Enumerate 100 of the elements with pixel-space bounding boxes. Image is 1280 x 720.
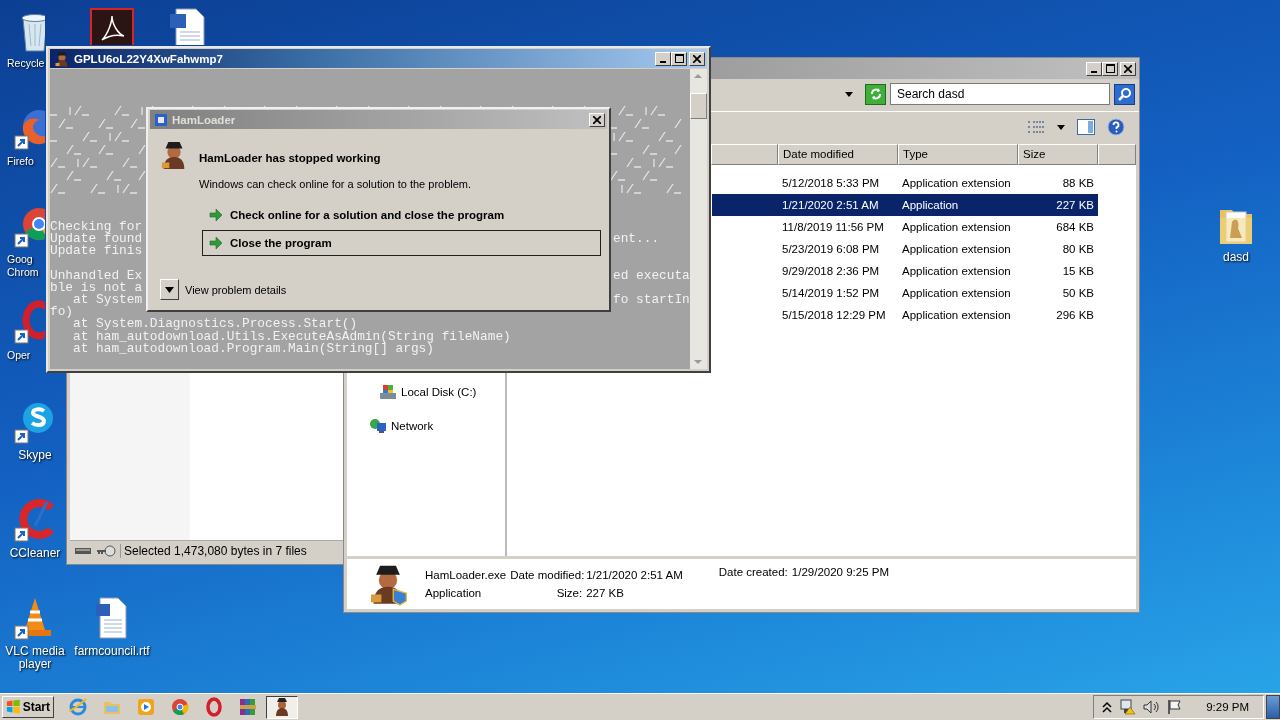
network-icon[interactable] [1118, 699, 1137, 715]
minimize-button[interactable] [1086, 61, 1102, 76]
help-icon[interactable] [1107, 118, 1125, 136]
arrow-icon [209, 237, 223, 249]
column-header[interactable] [1098, 144, 1136, 165]
nav-item[interactable]: Local Disk (C:) [401, 386, 477, 398]
field-label: Date modified: [510, 569, 583, 581]
preview-pane-icon[interactable] [1077, 119, 1095, 135]
status-text: Selected 1,473,080 bytes in 7 files [120, 544, 307, 558]
close-button[interactable] [689, 51, 705, 66]
desktop-icon-label[interactable]: Firefo [7, 155, 34, 168]
close-icon [693, 54, 701, 63]
show-desktop-button[interactable] [1266, 695, 1280, 719]
type-cell: Application extension [902, 265, 1011, 277]
file-row[interactable]: 5/23/2019 6:08 PM Application extension 80 KB [712, 238, 1098, 260]
refresh-icon [868, 87, 883, 101]
ring-icon [204, 697, 224, 717]
close-icon [1124, 64, 1132, 73]
file-row[interactable]: 9/29/2018 2:36 PM Application extension 15 KB [712, 260, 1098, 282]
framed-app-icon[interactable] [90, 8, 134, 45]
file-row[interactable]: 5/14/2019 1:52 PM Application extension 50 KB [712, 282, 1098, 304]
size-cell: 227 KB [1056, 199, 1094, 211]
file-row[interactable]: 11/8/2019 11:56 PM Application extension 684 KB [712, 216, 1098, 238]
file-row[interactable]: 1/21/2020 2:51 AM Application 227 KB [712, 194, 1098, 216]
date-cell: 1/21/2020 2:51 AM [782, 199, 879, 211]
search-field[interactable]: Search dasd [890, 83, 1110, 105]
console-line: Checking for [50, 219, 143, 234]
key-icon [96, 544, 116, 558]
search-button[interactable] [1114, 83, 1135, 105]
file-row[interactable]: 5/12/2018 5:33 PM Application extension 88 KB [712, 172, 1098, 194]
network-icon[interactable] [369, 418, 387, 434]
nav-item[interactable]: Network [391, 420, 434, 432]
disk-icon[interactable] [379, 384, 397, 400]
drive-icon [74, 546, 92, 556]
app-icon [154, 112, 168, 127]
size-cell: 296 KB [1056, 309, 1094, 321]
file-row[interactable]: 5/15/2018 12:29 PM Application extension 296 KB [712, 304, 1098, 326]
desktop-icon-label[interactable]: dasd [1223, 251, 1249, 264]
desktop-icon-label[interactable]: Recycle [7, 57, 45, 70]
column-header[interactable]: Size [1018, 144, 1098, 165]
start-button[interactable]: Start [2, 696, 54, 718]
desktop-icon-label[interactable]: Oper [7, 349, 31, 362]
minimize-icon [1091, 70, 1097, 73]
window-title: HamLoader [172, 113, 237, 126]
date-cell: 11/8/2019 11:56 PM [782, 221, 884, 233]
scroll-thumb[interactable] [690, 93, 707, 119]
console-line: Update finis [50, 243, 143, 259]
caret-icon[interactable] [845, 91, 853, 97]
console-line: ent... [613, 233, 660, 246]
close-button[interactable] [589, 112, 605, 127]
type-cell: Application extension [902, 309, 1011, 321]
column-header[interactable]: Type [898, 144, 1018, 165]
type-cell: Application extension [902, 177, 1011, 189]
caret-icon[interactable] [1057, 124, 1065, 130]
console-line: fo startIn [613, 293, 690, 307]
desktop-icon-label[interactable]: VLC media player [5, 645, 65, 671]
size-cell: 88 KB [1062, 177, 1094, 189]
command-link[interactable]: Close the program [202, 230, 601, 256]
date-cell: 5/15/2018 12:29 PM [782, 309, 886, 321]
file-name: HamLoader.exe [425, 569, 507, 581]
maximize-icon [1105, 64, 1115, 73]
taskbar-button[interactable] [266, 695, 298, 719]
clock[interactable]: 9:29 PM [1206, 701, 1249, 713]
refresh-button[interactable] [865, 83, 886, 105]
figure-icon [54, 50, 70, 67]
expand-button[interactable] [160, 279, 179, 300]
close-icon [593, 115, 601, 124]
maximize-button[interactable] [1102, 61, 1118, 76]
column-header[interactable] [711, 144, 778, 165]
date-cell: 5/23/2019 6:08 PM [782, 243, 880, 255]
type-cell: Application extension [902, 243, 1011, 255]
desktop-icon-label[interactable]: CCleaner [9, 547, 61, 560]
maximize-button[interactable] [671, 51, 687, 66]
media-player-icon [136, 697, 156, 717]
arrow-icon [209, 209, 223, 221]
console-line: at System.Diagnostics.Process.Start() [72, 316, 358, 332]
chevron-up-icon[interactable] [1102, 701, 1113, 713]
column-header[interactable]: Date modified [778, 144, 898, 165]
file-type: Application [425, 587, 483, 599]
flag-icon[interactable] [1166, 699, 1183, 715]
dialog-heading: HamLoader has stopped working [199, 152, 382, 164]
field-label: Date created: [718, 566, 788, 578]
maximize-icon [674, 54, 684, 63]
field-value: 1/21/2020 2:51 AM [586, 569, 683, 581]
desktop-icon-label[interactable]: Skype [18, 449, 52, 462]
close-button[interactable] [1120, 61, 1136, 76]
minimize-button[interactable] [655, 51, 671, 66]
window-title: GPLU6oL22Y4XwFahwmp7 [74, 52, 224, 65]
console-line: ed executa [613, 269, 690, 282]
scrollbar[interactable] [690, 69, 707, 369]
field-value: 1/29/2020 9:25 PM [791, 566, 889, 578]
size-cell: 80 KB [1062, 243, 1094, 255]
command-link[interactable]: Check online for a solution and close the program [202, 202, 601, 228]
speaker-icon[interactable] [1142, 699, 1161, 715]
ring-icon[interactable] [11, 298, 45, 346]
search-icon [1117, 87, 1132, 101]
desktop-icon-label[interactable]: farmcouncil.rtf [74, 645, 150, 658]
date-cell: 9/29/2018 2:36 PM [782, 265, 880, 277]
details-link[interactable]: View problem details [185, 283, 287, 296]
desktop-icon-label[interactable]: Goog Chrom [7, 253, 39, 279]
